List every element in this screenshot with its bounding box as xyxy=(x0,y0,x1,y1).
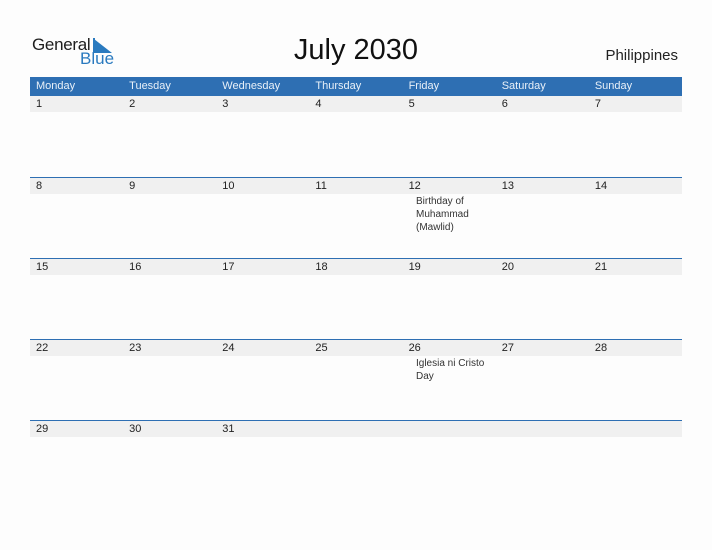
week-row: 8 9 10 11 12 13 14 Birthday of Muhammad (Mawlid… xyxy=(30,177,682,258)
week-row: 29 30 31 xyxy=(30,420,682,438)
holiday-label: Birthday of Muhammad (Mawlid) xyxy=(416,196,469,233)
date-strip: 22 23 24 25 26 27 28 xyxy=(30,340,682,356)
holiday-label xyxy=(106,112,182,113)
day-number: 30 xyxy=(129,423,142,435)
holiday-label xyxy=(30,356,106,383)
date-strip: 15 16 17 18 19 20 21 xyxy=(30,259,682,275)
holiday-label xyxy=(182,194,258,234)
day-number: 28 xyxy=(594,342,608,354)
country-label: Philippines xyxy=(605,47,678,64)
holiday-label xyxy=(106,356,182,383)
day-number: 24 xyxy=(222,342,235,354)
holiday-label: Iglesia ni Cristo Day xyxy=(416,358,485,382)
day-number: 12 xyxy=(408,180,421,192)
holiday-label xyxy=(182,356,258,383)
day-number: 5 xyxy=(408,98,415,110)
week-row: 15 16 17 18 19 20 21 xyxy=(30,258,682,339)
holiday-label xyxy=(258,275,334,276)
day-number: 23 xyxy=(129,342,142,354)
holiday-label xyxy=(106,194,182,234)
holiday-label xyxy=(486,275,562,276)
events-strip xyxy=(30,275,682,276)
day-number: 25 xyxy=(315,342,328,354)
day-number: 7 xyxy=(594,98,601,110)
weekday-wednesday: Wednesday xyxy=(222,80,281,92)
day-number xyxy=(496,421,589,437)
day-number: 14 xyxy=(594,180,608,192)
weekday-header: Monday Tuesday Wednesday Thursday Friday Satu… xyxy=(30,77,682,96)
events-strip: Birthday of Muhammad (Mawlid) xyxy=(30,194,682,234)
day-number: 9 xyxy=(129,180,136,192)
day-number xyxy=(309,421,402,437)
date-strip: 1 2 3 4 5 6 7 xyxy=(30,96,682,112)
holiday-label xyxy=(30,112,106,113)
day-number: 16 xyxy=(129,261,142,273)
week-row: 1 2 3 4 5 6 7 xyxy=(30,96,682,177)
day-number: 26 xyxy=(408,342,421,354)
day-number: 1 xyxy=(36,98,43,110)
holiday-label xyxy=(30,437,106,438)
day-number: 10 xyxy=(222,180,235,192)
holiday-label xyxy=(410,275,486,276)
holiday-label xyxy=(486,112,562,113)
holiday-label xyxy=(30,194,106,234)
holiday-label xyxy=(182,275,258,276)
day-number: 8 xyxy=(36,180,43,192)
day-number: 4 xyxy=(315,98,322,110)
date-strip: 29 30 31 xyxy=(30,421,682,437)
holiday-label xyxy=(486,437,562,438)
holiday-label xyxy=(334,275,410,276)
holiday-label xyxy=(182,112,258,113)
holiday-label xyxy=(258,437,334,438)
holiday-label xyxy=(258,356,334,383)
day-number: 31 xyxy=(222,423,235,435)
holiday-label xyxy=(106,275,182,276)
events-strip xyxy=(30,112,682,113)
holiday-label xyxy=(486,356,562,383)
day-number: 13 xyxy=(501,180,514,192)
holiday-label xyxy=(258,112,334,113)
holiday-label xyxy=(334,194,410,234)
weekday-tuesday: Tuesday xyxy=(129,80,171,92)
day-number: 27 xyxy=(501,342,514,354)
holiday-label xyxy=(106,437,182,438)
day-number: 11 xyxy=(315,180,327,192)
weekday-friday: Friday xyxy=(408,80,440,92)
day-number: 20 xyxy=(501,261,514,273)
day-number: 3 xyxy=(222,98,229,110)
holiday-label xyxy=(182,437,258,438)
weekday-sunday: Sunday xyxy=(594,80,633,92)
weekday-saturday: Saturday xyxy=(501,80,546,92)
day-number: 15 xyxy=(36,261,49,273)
holiday-label xyxy=(410,112,486,113)
day-number: 21 xyxy=(594,261,608,273)
events-strip xyxy=(30,437,682,438)
holiday-label xyxy=(30,275,106,276)
holiday-label xyxy=(486,194,562,234)
holiday-label xyxy=(410,437,486,438)
day-number xyxy=(589,421,682,437)
holiday-label xyxy=(334,437,410,438)
holiday-label xyxy=(334,356,410,383)
day-number: 17 xyxy=(222,261,235,273)
day-number: 19 xyxy=(408,261,421,273)
day-number: 29 xyxy=(36,423,49,435)
day-number: 22 xyxy=(36,342,49,354)
calendar-grid: Monday Tuesday Wednesday Thursday Friday Satu… xyxy=(30,77,682,438)
date-strip: 8 9 10 11 12 13 14 xyxy=(30,178,682,194)
weekday-thursday: Thursday xyxy=(315,80,362,92)
day-number: 2 xyxy=(129,98,136,110)
holiday-label xyxy=(258,194,334,234)
weekday-monday: Monday xyxy=(36,80,76,92)
events-strip: Iglesia ni Cristo Day xyxy=(30,356,682,383)
day-number: 18 xyxy=(315,261,328,273)
day-number: 6 xyxy=(501,98,508,110)
week-row: 22 23 24 25 26 27 28 Iglesia ni Cristo Day xyxy=(30,339,682,420)
day-number xyxy=(403,421,496,437)
holiday-label xyxy=(334,112,410,113)
